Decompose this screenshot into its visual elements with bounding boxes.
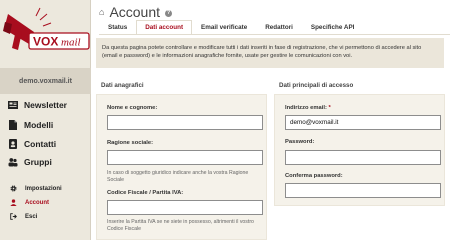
fiscale-label: Codice Fiscale / Partita IVA: (107, 190, 184, 196)
page-header: ⌂ Account ? (99, 4, 173, 20)
nome-input[interactable] (107, 115, 263, 130)
tabs: Status Dati account Email verificate Red… (99, 20, 363, 34)
fiscale-input[interactable] (107, 200, 263, 215)
required-mark: * (328, 105, 331, 111)
voxmail-logo[interactable]: VOX mail (0, 0, 91, 62)
tab-status[interactable]: Status (99, 20, 136, 34)
main-content: ⌂ Account ? Status Dati account Email ve… (91, 0, 450, 240)
address-book-icon (9, 138, 17, 149)
help-icon[interactable]: ? (165, 9, 173, 17)
tab-redattori[interactable]: Redattori (256, 20, 302, 34)
anagrafici-heading: Dati anagrafici (101, 82, 144, 89)
confirm-password-label: Conferma password: (285, 173, 343, 179)
site-name: demo.voxmail.it (0, 68, 91, 94)
confirm-password-input[interactable] (285, 183, 441, 198)
page-title: Account (109, 4, 161, 20)
email-label-text: Indirizzo email: (285, 105, 327, 111)
fiscale-help: Inserire la Partita IVA se ne siete in p… (107, 219, 254, 232)
logout-icon (10, 213, 17, 220)
newsletter-icon (8, 100, 18, 109)
nav-gruppi[interactable]: Gruppi (0, 152, 91, 171)
ragione-input[interactable] (107, 150, 263, 165)
nav-esci[interactable]: Esci (0, 210, 91, 223)
tab-email-verificate[interactable]: Email verificate (192, 20, 256, 34)
nav-contatti-label: Contatti (24, 138, 57, 149)
email-input[interactable] (285, 115, 441, 130)
nav-contatti[interactable]: Contatti (0, 134, 91, 153)
email-label: Indirizzo email: * (285, 105, 331, 111)
nav-impostazioni[interactable]: Impostazioni (0, 182, 91, 195)
home-icon[interactable]: ⌂ (99, 7, 104, 17)
gear-icon (10, 185, 17, 192)
tab-divider (99, 34, 450, 35)
svg-text:VOX: VOX (33, 35, 58, 49)
nav-esci-label: Esci (25, 213, 38, 220)
nav-newsletter-label: Newsletter (24, 99, 67, 110)
nav-account[interactable]: Account (0, 196, 91, 209)
svg-text:mail: mail (61, 37, 81, 49)
ragione-label: Ragione sociale: (107, 140, 154, 146)
accesso-panel: Indirizzo email: * Password: Conferma pa… (274, 94, 445, 206)
nav-newsletter[interactable]: Newsletter (0, 95, 91, 114)
nav-account-label: Account (25, 199, 49, 206)
users-icon (8, 157, 18, 166)
nav-gruppi-label: Gruppi (24, 156, 52, 167)
nav-impostazioni-label: Impostazioni (25, 185, 62, 192)
nome-label: Nome e cognome: (107, 105, 158, 111)
user-icon (10, 199, 17, 206)
tab-specifiche-api[interactable]: Specifiche API (302, 20, 364, 34)
nav-modelli-label: Modelli (24, 119, 54, 130)
accesso-heading: Dati principali di accesso (279, 82, 354, 89)
password-input[interactable] (285, 150, 441, 165)
file-icon (9, 119, 17, 130)
password-label: Password: (285, 139, 315, 145)
nav-modelli[interactable]: Modelli (0, 115, 91, 134)
tab-dati-account[interactable]: Dati account (136, 20, 193, 34)
megaphone-logo-icon: VOX mail (3, 7, 90, 50)
info-box: Da questa pagina potete controllare e mo… (96, 38, 444, 68)
sidebar: VOX mail demo.voxmail.it Newsletter Mode… (0, 0, 91, 240)
ragione-help: In caso di soggetto giuridico indicare a… (107, 170, 249, 183)
anagrafici-panel: Nome e cognome: Ragione sociale: In caso… (96, 94, 267, 240)
